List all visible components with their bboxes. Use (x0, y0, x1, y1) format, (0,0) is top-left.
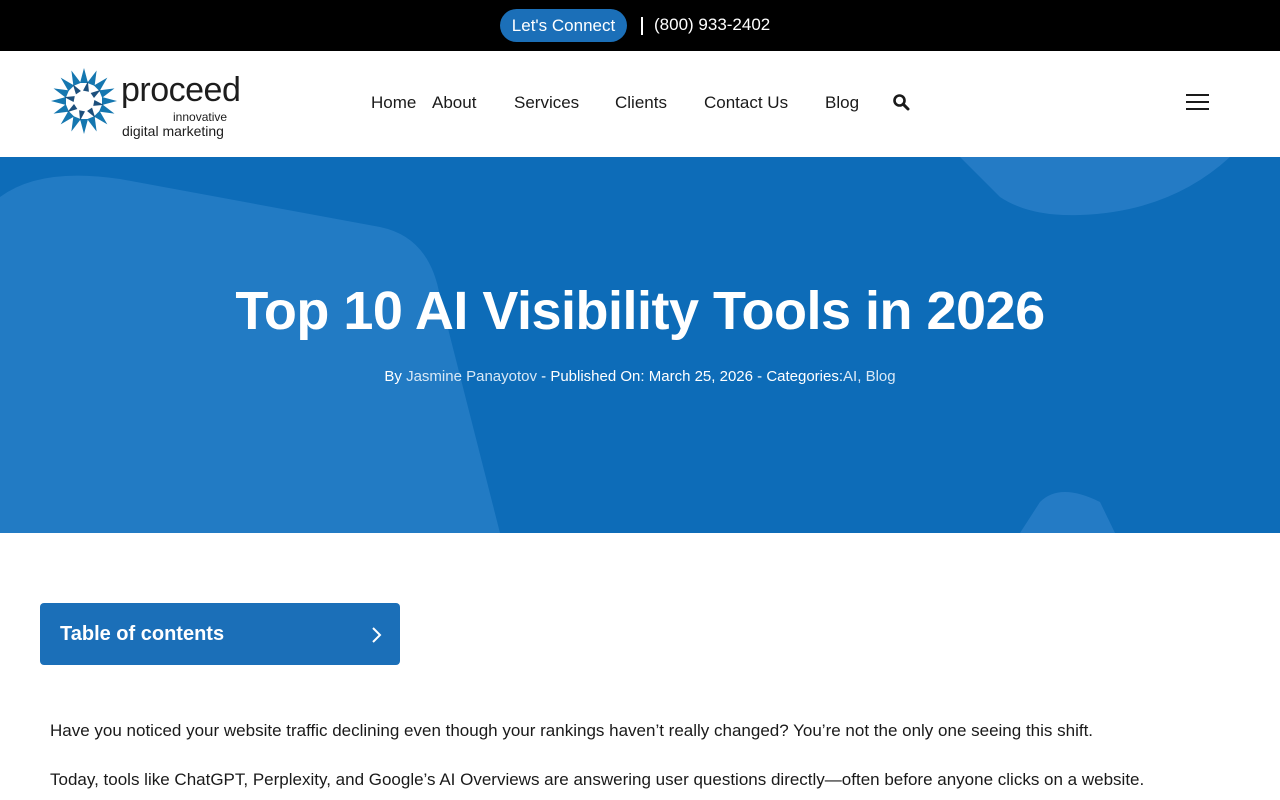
phone-number-link[interactable]: (800) 933-2402 (654, 14, 770, 36)
logo[interactable]: proceed innovative digital marketing (50, 67, 241, 139)
logo-tagline: digital marketing (122, 123, 224, 139)
nav-contact-us[interactable]: Contact Us (704, 92, 788, 114)
author-prefix: By (384, 368, 402, 385)
published-date: March 25, 2026 (648, 368, 753, 385)
nav-services[interactable]: Services (514, 92, 579, 114)
logo-wordmark: proceed (121, 71, 241, 109)
chevron-right-icon (372, 627, 382, 643)
author-link[interactable]: Jasmine Panayotov (406, 368, 537, 385)
logo-subtitle: innovative (173, 110, 228, 124)
category-link-blog[interactable]: Blog (866, 368, 896, 385)
post-meta: By Jasmine Panayotov - Published On: Mar… (0, 367, 1280, 387)
hero-banner: Top 10 AI Visibility Tools in 2026 By Ja… (0, 157, 1280, 533)
nav-clients[interactable]: Clients (615, 92, 667, 114)
meta-separator: - (541, 368, 547, 385)
published-prefix: Published On: (550, 368, 645, 385)
site-header: proceed innovative digital marketing Hom… (0, 51, 1280, 157)
lets-connect-button[interactable]: Let's Connect (500, 9, 627, 42)
category-link-ai[interactable]: AI (843, 368, 857, 385)
nav-about[interactable]: About (432, 92, 476, 114)
toc-label: Table of contents (60, 623, 225, 645)
nav-blog[interactable]: Blog (825, 92, 859, 114)
article-paragraph: Have you noticed your website traffic de… (50, 721, 1094, 740)
categories-prefix: Categories: (766, 368, 844, 385)
top-bar: Let's Connect (800) 933-2402 (0, 0, 1280, 51)
sunburst-logo-icon (51, 68, 117, 134)
hamburger-menu-icon[interactable] (1186, 94, 1209, 111)
search-icon[interactable] (892, 93, 910, 111)
hero-background-shapes (0, 157, 1230, 533)
article-paragraph: Today, tools like ChatGPT, Perplexity, a… (50, 770, 1145, 789)
nav-home[interactable]: Home (371, 92, 416, 114)
page-title: Top 10 AI Visibility Tools in 2026 (235, 281, 1045, 341)
phone-divider (641, 17, 643, 35)
table-of-contents-toggle[interactable]: Table of contents (40, 603, 400, 665)
meta-separator: - (757, 368, 763, 385)
category-separator: , (857, 368, 862, 385)
